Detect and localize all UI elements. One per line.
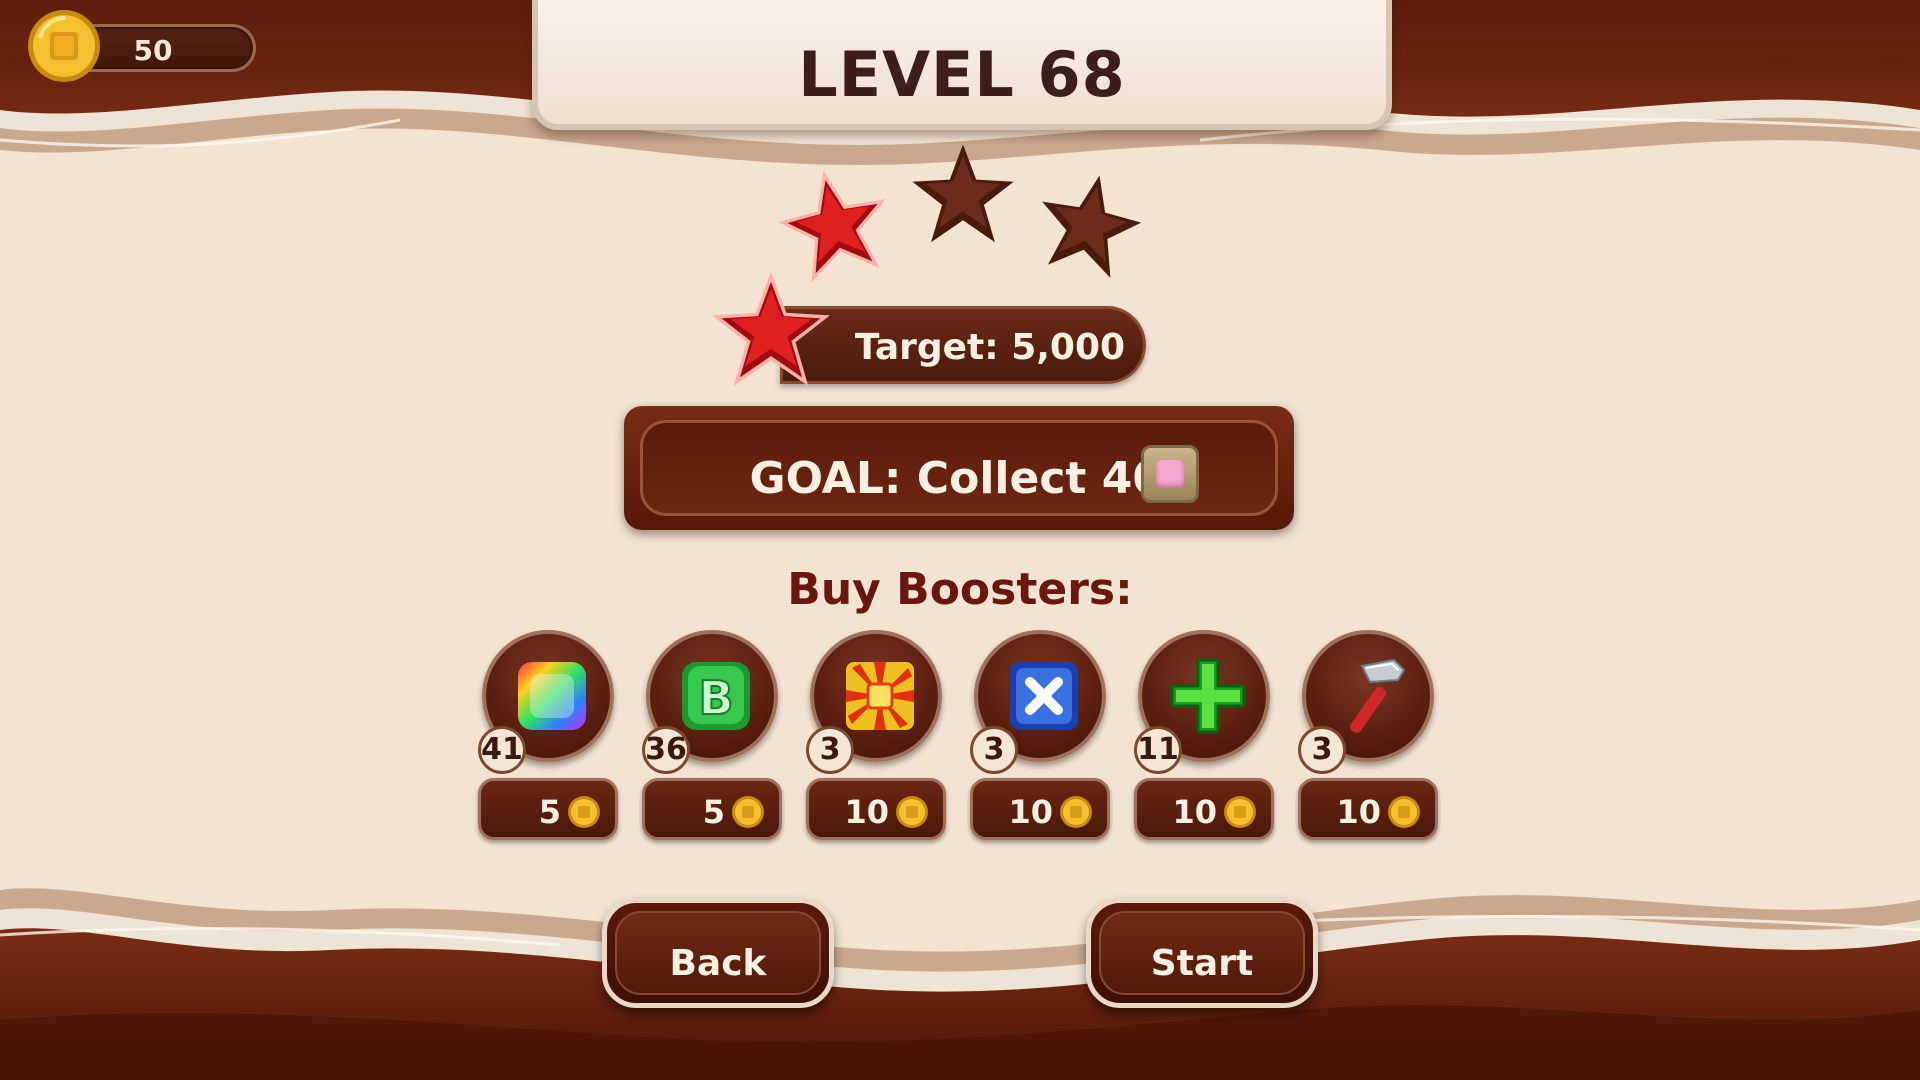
coin-counter: 50 (26, 8, 256, 84)
booster-explosion[interactable]: 3 10 (806, 630, 946, 846)
booster-price: 5 (538, 793, 561, 831)
gold-coin-icon (1060, 796, 1092, 828)
svg-text:B: B (698, 671, 733, 725)
start-button[interactable]: Start (1086, 898, 1318, 1008)
gold-coin-icon (568, 796, 600, 828)
gold-coin-icon (896, 796, 928, 828)
explosion-block-icon (846, 662, 914, 730)
booster-price-button[interactable]: 5 (478, 778, 618, 840)
rainbow-candy-icon (518, 662, 586, 730)
booster-price: 10 (844, 793, 889, 831)
booster-price-button[interactable]: 10 (1298, 778, 1438, 840)
booster-count: 3 (1298, 726, 1346, 774)
green-b-block-icon: B (682, 662, 750, 730)
goal-text: GOAL: Collect 40 (749, 453, 1163, 504)
target-score-bar: Target: 5,000 (780, 306, 1146, 384)
booster-button[interactable]: 41 (478, 630, 614, 774)
back-button-label: Back (669, 943, 767, 984)
booster-plus[interactable]: 11 10 (1134, 630, 1274, 846)
red-star-icon (778, 170, 886, 283)
gold-coin-icon (732, 796, 764, 828)
booster-button[interactable]: B 36 (642, 630, 778, 774)
booster-price-button[interactable]: 10 (806, 778, 946, 840)
boosters-heading: Buy Boosters: (787, 564, 1133, 615)
gold-coin-icon (1224, 796, 1256, 828)
booster-price-button[interactable]: 10 (970, 778, 1110, 840)
coin-count: 50 (133, 34, 173, 67)
booster-button[interactable]: 3 (1298, 630, 1434, 774)
booster-rainbow[interactable]: 41 5 (478, 630, 618, 846)
red-star-icon (712, 272, 830, 387)
booster-button[interactable]: 3 (970, 630, 1106, 774)
booster-button[interactable]: 3 (806, 630, 942, 774)
booster-button[interactable]: 11 (1134, 630, 1270, 774)
booster-price: 5 (702, 793, 725, 831)
empty-star-icon (1042, 175, 1142, 278)
back-button[interactable]: Back (602, 898, 834, 1008)
level-title: LEVEL 68 (798, 38, 1126, 111)
goal-inner-frame: GOAL: Collect 40 (640, 420, 1278, 516)
level-header-panel: LEVEL 68 (532, 0, 1392, 130)
booster-price-button[interactable]: 10 (1134, 778, 1274, 840)
booster-count: 11 (1134, 726, 1182, 774)
booster-price-button[interactable]: 5 (642, 778, 782, 840)
start-button-inner[interactable]: Start (1099, 911, 1305, 995)
hammer-icon (1350, 658, 1406, 733)
booster-b-block[interactable]: B 36 5 (642, 630, 782, 846)
blue-x-block-icon (1010, 662, 1078, 730)
booster-count: 36 (642, 726, 690, 774)
gold-coin-icon (1388, 796, 1420, 828)
back-button-inner[interactable]: Back (615, 911, 821, 995)
gold-coin-icon (28, 10, 100, 82)
booster-price: 10 (1008, 793, 1053, 831)
booster-price: 10 (1336, 793, 1381, 831)
booster-count: 41 (478, 726, 526, 774)
target-score-text: Target: 5,000 (854, 327, 1126, 368)
booster-price: 10 (1172, 793, 1217, 831)
green-plus-icon (1170, 658, 1246, 734)
booster-x-block[interactable]: 3 10 (970, 630, 1110, 846)
start-button-label: Start (1150, 943, 1254, 984)
goal-panel: GOAL: Collect 40 (624, 406, 1294, 530)
pink-candy-icon (1141, 445, 1199, 503)
booster-count: 3 (806, 726, 854, 774)
booster-count: 3 (970, 726, 1018, 774)
star-rating (770, 140, 1150, 283)
empty-star-icon (912, 144, 1014, 243)
booster-hammer[interactable]: 3 10 (1298, 630, 1438, 846)
